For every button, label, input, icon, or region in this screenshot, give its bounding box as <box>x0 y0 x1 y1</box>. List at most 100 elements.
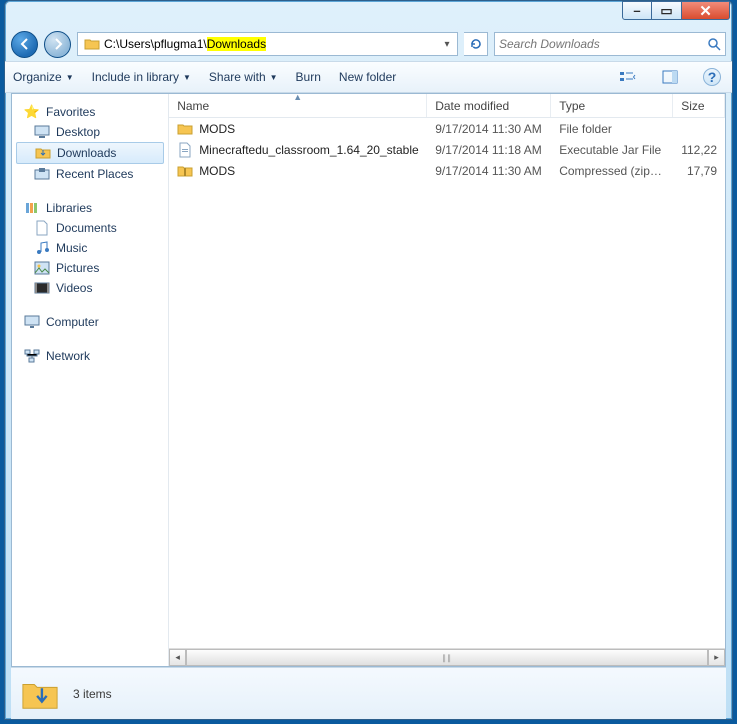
computer-icon <box>24 314 40 330</box>
view-icon <box>619 70 637 84</box>
table-row[interactable]: Minecraftedu_classroom_1.64_20_stable 9/1… <box>169 139 725 160</box>
zip-icon <box>177 163 193 179</box>
sort-asc-icon: ▲ <box>293 93 302 102</box>
scroll-thumb[interactable]: ∥∥ <box>186 649 708 666</box>
sidebar-item-pictures[interactable]: Pictures <box>12 258 168 278</box>
file-size: 112,22 <box>673 143 725 157</box>
address-path: C:\Users\pflugma1\Downloads <box>104 37 439 51</box>
recent-icon <box>34 166 50 182</box>
file-date: 9/17/2014 11:18 AM <box>427 143 551 157</box>
navigation-pane: ⭐ Favorites Desktop Downloads Recent Plac… <box>12 94 169 666</box>
column-size[interactable]: Size <box>673 94 725 117</box>
downloads-icon <box>35 145 51 161</box>
music-icon <box>34 240 50 256</box>
column-date[interactable]: Date modified <box>427 94 551 117</box>
refresh-icon <box>469 37 483 51</box>
toolbar: Organize▼ Include in library ▼ Share with… <box>5 61 732 93</box>
pictures-icon <box>34 260 50 276</box>
window-controls: – ▭ ✕ <box>622 1 730 20</box>
table-row[interactable]: MODS9/17/2014 11:30 AMCompressed (zipp..… <box>169 160 725 181</box>
include-label: Include in library <box>92 70 179 84</box>
share-label: Share with <box>209 70 266 84</box>
address-bar[interactable]: C:\Users\pflugma1\Downloads ▾ <box>77 32 458 56</box>
sidebar-item-recent[interactable]: Recent Places <box>12 164 168 184</box>
column-name-label: Name <box>177 99 209 113</box>
explorer-window: – ▭ ✕ C:\Users\pflugma1\Downloads ▾ <box>4 0 733 720</box>
downloads-label: Downloads <box>57 146 116 160</box>
content-area: ⭐ Favorites Desktop Downloads Recent Plac… <box>11 93 726 667</box>
libraries-icon <box>24 200 40 216</box>
help-button[interactable]: ? <box>700 66 724 88</box>
maximize-button[interactable]: ▭ <box>652 1 682 20</box>
organize-menu[interactable]: Organize▼ <box>13 70 74 84</box>
sidebar-item-desktop[interactable]: Desktop <box>12 122 168 142</box>
network-icon <box>24 348 40 364</box>
chevron-down-icon: ▼ <box>66 73 74 82</box>
column-name[interactable]: Name ▲ <box>169 94 427 117</box>
network-group[interactable]: Network <box>12 346 168 366</box>
file-name: MODS <box>199 164 235 178</box>
include-library-menu[interactable]: Include in library ▼ <box>92 70 191 84</box>
favorites-group[interactable]: ⭐ Favorites <box>12 102 168 122</box>
arrow-left-icon <box>18 37 32 51</box>
address-highlight: Downloads <box>207 37 266 51</box>
videos-label: Videos <box>56 281 92 295</box>
titlebar: – ▭ ✕ <box>5 1 732 27</box>
refresh-button[interactable] <box>464 32 488 56</box>
jar-icon <box>177 142 193 158</box>
chevron-down-icon: ▼ <box>270 73 278 82</box>
pictures-label: Pictures <box>56 261 99 275</box>
details-pane: 3 items <box>11 667 726 719</box>
music-label: Music <box>56 241 87 255</box>
table-row[interactable]: MODS 9/17/2014 11:30 AMFile folder <box>169 118 725 139</box>
sidebar-item-music[interactable]: Music <box>12 238 168 258</box>
preview-pane-icon <box>662 70 678 84</box>
desktop-icon <box>34 124 50 140</box>
desktop-label: Desktop <box>56 125 100 139</box>
forward-button[interactable] <box>44 31 71 58</box>
document-icon <box>34 220 50 236</box>
file-type: Executable Jar File <box>551 143 673 157</box>
libraries-group[interactable]: Libraries <box>12 198 168 218</box>
close-button[interactable]: ✕ <box>682 1 730 20</box>
file-name: MODS <box>199 122 235 136</box>
share-menu[interactable]: Share with ▼ <box>209 70 278 84</box>
network-label: Network <box>46 349 90 363</box>
preview-pane-button[interactable] <box>658 66 682 88</box>
help-icon: ? <box>703 68 721 86</box>
computer-group[interactable]: Computer <box>12 312 168 332</box>
star-icon: ⭐ <box>24 104 40 120</box>
horizontal-scrollbar[interactable]: ◂ ∥∥ ▸ <box>169 648 725 666</box>
address-prefix: C:\Users\pflugma1\ <box>104 37 207 51</box>
scroll-right-button[interactable]: ▸ <box>708 649 725 666</box>
burn-button[interactable]: Burn <box>296 70 321 84</box>
minimize-button[interactable]: – <box>622 1 652 20</box>
chevron-down-icon: ▼ <box>183 73 191 82</box>
file-date: 9/17/2014 11:30 AM <box>427 122 551 136</box>
file-name: Minecraftedu_classroom_1.64_20_stable <box>199 143 418 157</box>
recent-label: Recent Places <box>56 167 133 181</box>
favorites-label: Favorites <box>46 105 95 119</box>
back-button[interactable] <box>11 31 38 58</box>
scroll-left-button[interactable]: ◂ <box>169 649 186 666</box>
search-input[interactable] <box>499 37 707 51</box>
address-dropdown[interactable]: ▾ <box>439 39 455 50</box>
column-headers: Name ▲ Date modified Type Size <box>169 94 725 118</box>
folder-icon <box>84 36 100 52</box>
sidebar-item-videos[interactable]: Videos <box>12 278 168 298</box>
new-folder-button[interactable]: New folder <box>339 70 396 84</box>
file-date: 9/17/2014 11:30 AM <box>427 164 551 178</box>
libraries-label: Libraries <box>46 201 92 215</box>
file-type: File folder <box>551 122 673 136</box>
column-type[interactable]: Type <box>551 94 673 117</box>
sidebar-item-downloads[interactable]: Downloads <box>16 142 164 164</box>
file-rows: MODS9/17/2014 11:30 AMFile folderMinecra… <box>169 118 725 648</box>
file-size: 17,79 <box>673 164 725 178</box>
sidebar-item-documents[interactable]: Documents <box>12 218 168 238</box>
search-box[interactable] <box>494 32 726 56</box>
view-options-button[interactable] <box>616 66 640 88</box>
search-icon <box>707 37 721 51</box>
file-list-pane: Name ▲ Date modified Type Size MODS 9/17/2… <box>169 94 725 666</box>
arrow-right-icon <box>51 37 65 51</box>
documents-label: Documents <box>56 221 117 235</box>
